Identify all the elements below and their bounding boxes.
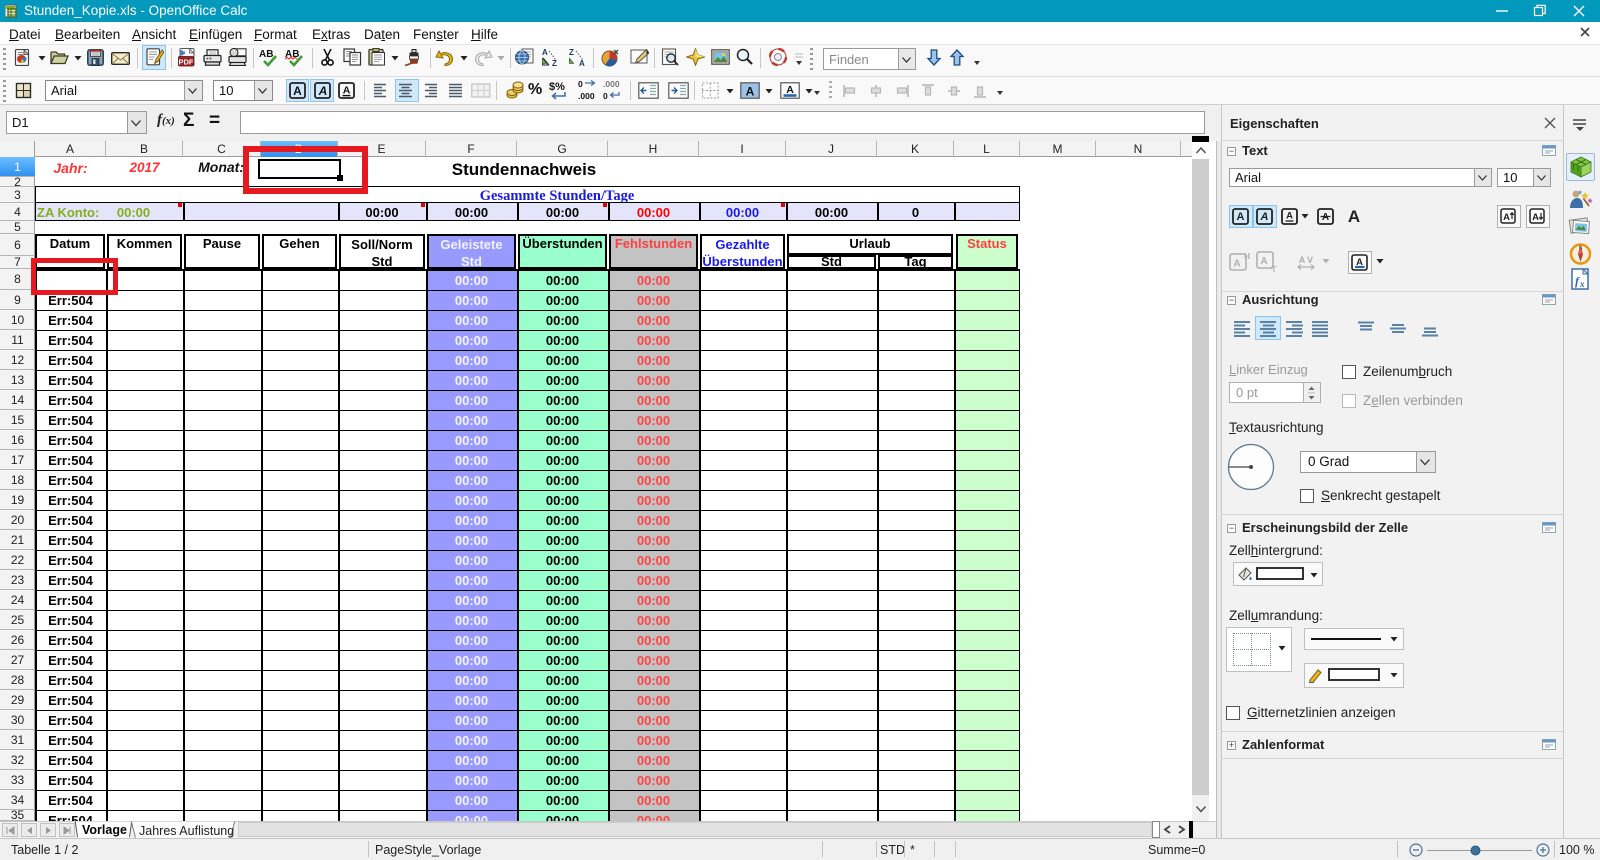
svg-text:A: A xyxy=(1260,211,1269,223)
svg-text:A: A xyxy=(1237,211,1245,223)
svg-text:$%: $% xyxy=(549,81,565,93)
svg-text:.000: .000 xyxy=(578,91,595,101)
svg-text:Z: Z xyxy=(552,59,557,67)
svg-text:A: A xyxy=(318,84,328,98)
svg-text:A: A xyxy=(1348,207,1360,226)
svg-text:A: A xyxy=(542,48,548,57)
svg-text:x: x xyxy=(1579,279,1585,289)
svg-text:0: 0 xyxy=(578,79,583,89)
svg-text:A: A xyxy=(1322,212,1329,223)
svg-text:A: A xyxy=(786,84,794,96)
svg-text:A: A xyxy=(1532,212,1539,223)
svg-text:N: N xyxy=(1579,246,1583,252)
svg-text:A: A xyxy=(746,84,755,98)
svg-text:A: A xyxy=(1233,259,1240,270)
svg-text:A: A xyxy=(1286,211,1293,222)
svg-text:PDF: PDF xyxy=(179,57,194,66)
svg-text:Z: Z xyxy=(569,48,574,57)
svg-text:A: A xyxy=(1503,212,1510,223)
svg-text:A: A xyxy=(1299,255,1306,265)
svg-text:H: H xyxy=(1244,252,1250,261)
svg-text:0: 0 xyxy=(603,91,608,101)
svg-text:A: A xyxy=(1260,256,1267,267)
svg-text:T: T xyxy=(1272,265,1277,273)
svg-text:A: A xyxy=(343,85,351,97)
svg-text:.000: .000 xyxy=(603,79,620,89)
svg-text:V: V xyxy=(1307,255,1313,265)
svg-text:A: A xyxy=(293,84,302,98)
svg-text:AB: AB xyxy=(259,49,273,60)
svg-text:A: A xyxy=(579,59,585,67)
